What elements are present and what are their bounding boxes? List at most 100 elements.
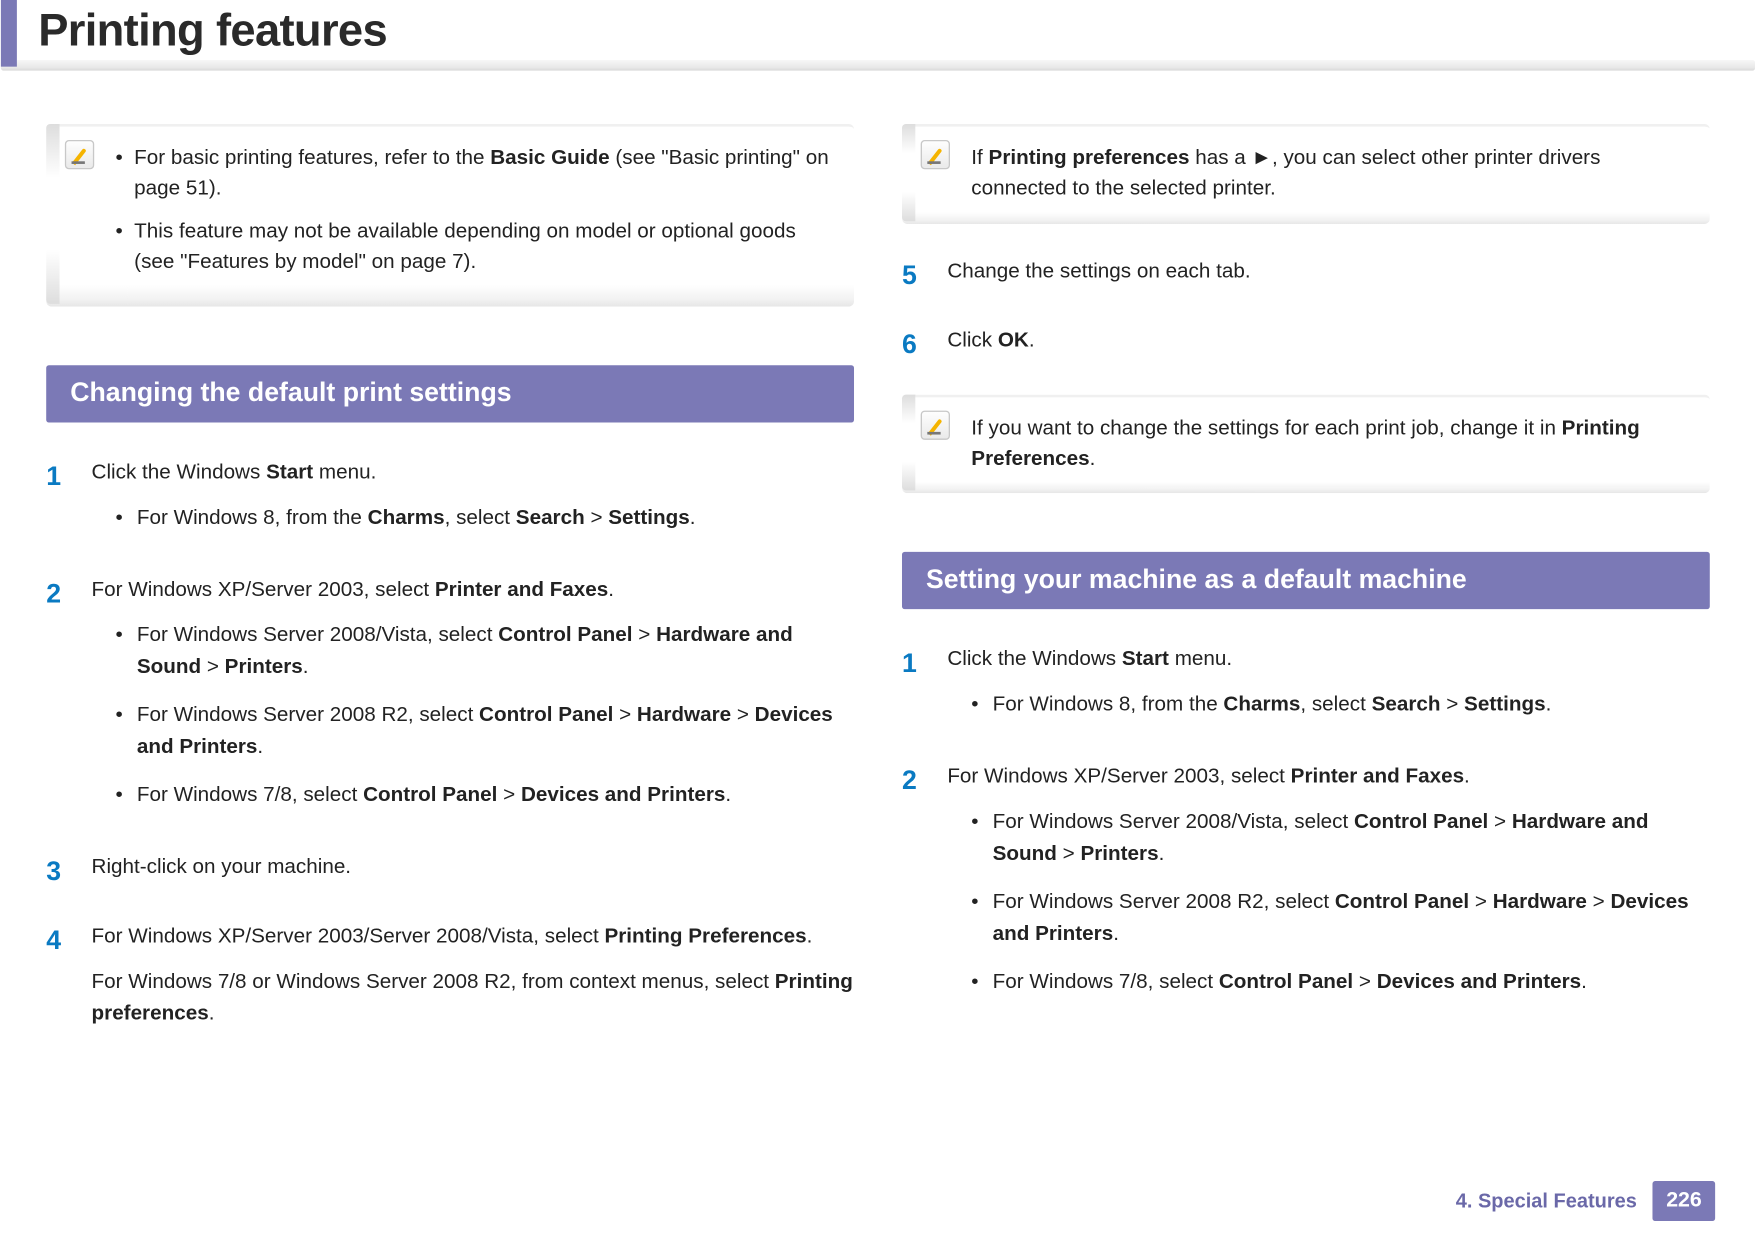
text: Control Panel [363,784,497,807]
note-item: For basic printing features, refer to th… [115,143,832,205]
text: menu. [1168,648,1231,671]
section-header-2: Setting your machine as a default machin… [901,552,1709,609]
footer-chapter: 4. Special Features [1455,1190,1636,1213]
text: Search [1371,693,1440,716]
text: > [1440,693,1464,716]
text: Settings [608,507,690,530]
note-edge [901,394,914,491]
sub-bullet: For Windows 8, from the Charms, select S… [115,503,853,535]
text: . [1464,765,1470,788]
text: Printers [224,656,302,679]
text: Settings [1464,693,1546,716]
text: For Windows Server 2008/Vista, select [992,811,1353,834]
step-number: 2 [901,761,946,1014]
text: If you want to change the settings for e… [971,417,1561,440]
sub-bullet: For Windows 7/8, select Control Panel > … [115,780,853,812]
note-item: This feature may not be available depend… [115,215,832,277]
text: For Windows 8, from the [992,693,1223,716]
step-body: Right-click on your machine. [91,852,853,897]
step-number: 3 [46,852,91,897]
pencil-icon [64,140,93,169]
text: Click the Windows [947,648,1122,671]
text: For Windows XP/Server 2003, select [947,765,1290,788]
step-6: 6 Click OK. [901,325,1709,370]
step-d2: 2 For Windows XP/Server 2003, select Pri… [901,761,1709,1014]
text: Start [266,461,313,484]
sub-bullet: For Windows Server 2008/Vista, select Co… [115,620,853,684]
text: . [302,656,308,679]
text: . [1545,693,1551,716]
right-column: If Printing preferences has a ►, you can… [901,124,1709,1068]
text: Change the settings on each tab. [947,255,1709,287]
text: Click [947,329,998,352]
text: > [613,704,637,727]
text: For Windows XP/Server 2003, select [91,579,434,602]
step-number: 4 [46,921,91,1044]
text: For Windows Server 2008 R2, select [136,704,478,727]
text: Start [1121,648,1168,671]
step-d1: 1 Click the Windows Start menu. For Wind… [901,644,1709,737]
step-body: Change the settings on each tab. [947,255,1709,300]
text: menu. [313,461,376,484]
step-2: 2 For Windows XP/Server 2003, select Pri… [46,575,854,828]
text: Printer and Faxes [1290,765,1463,788]
title-accent [0,0,16,67]
sub-bullet: For Windows Server 2008 R2, select Contr… [115,700,853,764]
sub-bullet: For Windows 7/8, select Control Panel > … [971,967,1709,999]
text: Printers [1080,843,1158,866]
text: Search [515,507,584,530]
text: . [806,925,812,948]
text: Charms [367,507,444,530]
pencil-icon [920,410,949,439]
text: Printing Preferences [604,925,806,948]
text: . [1581,971,1587,994]
text: > [497,784,521,807]
text: Control Panel [1353,811,1487,834]
text: Right-click on your machine. [91,852,853,884]
page-footer: 4. Special Features 226 [1455,1181,1714,1221]
note-box-preferences: If you want to change the settings for e… [901,394,1709,493]
text: > [632,624,656,647]
text: > [584,507,608,530]
text: Printer and Faxes [434,579,607,602]
text: Devices and Printers [1376,971,1580,994]
text: > [1353,971,1377,994]
text: Control Panel [498,624,632,647]
text: . [1158,843,1164,866]
note-edge [46,124,59,304]
note-box-intro: For basic printing features, refer to th… [46,124,854,307]
text: . [689,507,695,530]
text: , select [1300,693,1371,716]
text: For Windows Server 2008/Vista, select [136,624,497,647]
text: . [725,784,731,807]
text: For Windows XP/Server 2003/Server 2008/V… [91,925,604,948]
text: For Windows 7/8 or Windows Server 2008 R… [91,971,774,994]
step-body: For Windows XP/Server 2003, select Print… [947,761,1709,1014]
text: > [731,704,755,727]
note-edge [901,124,914,221]
text: > [1586,891,1610,914]
step-1: 1 Click the Windows Start menu. For Wind… [46,457,854,550]
text: Control Panel [1334,891,1468,914]
text: Printing preferences [988,147,1189,170]
step-4: 4 For Windows XP/Server 2003/Server 2008… [46,921,854,1044]
step-number: 2 [46,575,91,828]
page-title: Printing features [0,0,1754,57]
text: Charms [1223,693,1300,716]
text: Devices and Printers [520,784,724,807]
content-columns: For basic printing features, refer to th… [0,71,1754,1068]
step-3: 3 Right-click on your machine. [46,852,854,897]
step-number: 5 [901,255,946,300]
title-divider [0,60,1754,71]
step-body: For Windows XP/Server 2003, select Print… [91,575,853,828]
text: . [208,1003,214,1026]
sub-bullet: For Windows Server 2008 R2, select Contr… [971,887,1709,951]
text: Hardware [1492,891,1586,914]
left-column: For basic printing features, refer to th… [46,124,854,1068]
text: . [608,579,614,602]
text: OK [997,329,1028,352]
text: Control Panel [1218,971,1352,994]
text: For Windows 7/8, select [992,971,1218,994]
step-body: Click OK. [947,325,1709,370]
text: . [1113,923,1119,946]
